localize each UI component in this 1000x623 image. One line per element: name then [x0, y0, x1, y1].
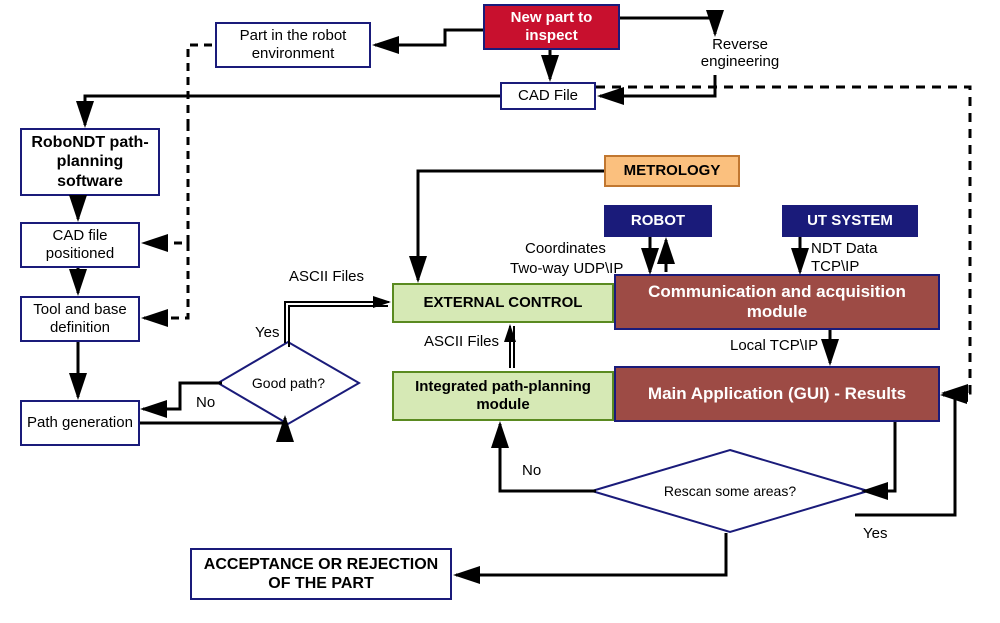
ut-system-box: UT SYSTEM	[782, 205, 918, 237]
ascii2-label: ASCII Files	[424, 333, 499, 350]
main-app-box: Main Application (GUI) - Results	[614, 366, 940, 422]
coords-label: Coordinates	[525, 240, 606, 257]
path-gen-box: Path generation	[20, 400, 140, 446]
ascii1-label: ASCII Files	[289, 268, 364, 285]
reverse-eng-label: Reverse engineering	[680, 36, 800, 70]
comm-module-box: Communication and acquisition module	[614, 274, 940, 330]
external-control-box: EXTERNAL CONTROL	[392, 283, 614, 323]
rescan-decision: Rescan some areas?	[590, 448, 870, 534]
good-path-decision: Good path?	[216, 340, 361, 426]
robot-box: ROBOT	[604, 205, 712, 237]
no2-label: No	[522, 462, 541, 479]
cad-file-box: CAD File	[500, 82, 596, 110]
tcpip-label: TCP\IP	[811, 258, 859, 275]
good-path-label: Good path?	[252, 375, 325, 391]
integrated-path-box: Integrated path‑planning module	[392, 371, 614, 421]
twoway-label: Two-way UDP\IP	[510, 260, 623, 277]
localtcp-label: Local TCP\IP	[730, 337, 818, 354]
tool-base-box: Tool and base definition	[20, 296, 140, 342]
yes2-label: Yes	[863, 525, 887, 542]
new-part-box: New part to inspect	[483, 4, 620, 50]
ndtdata-label: NDT Data	[811, 240, 877, 257]
robondt-box: RoboNDT path-planning software	[20, 128, 160, 196]
metrology-box: METROLOGY	[604, 155, 740, 187]
cad-positioned-box: CAD file positioned	[20, 222, 140, 268]
no1-label: No	[196, 394, 215, 411]
yes1-label: Yes	[255, 324, 279, 341]
rescan-label: Rescan some areas?	[664, 483, 796, 499]
robot-env-box: Part in the robot environment	[215, 22, 371, 68]
acceptance-box: ACCEPTANCE OR REJECTION OF THE PART	[190, 548, 452, 600]
